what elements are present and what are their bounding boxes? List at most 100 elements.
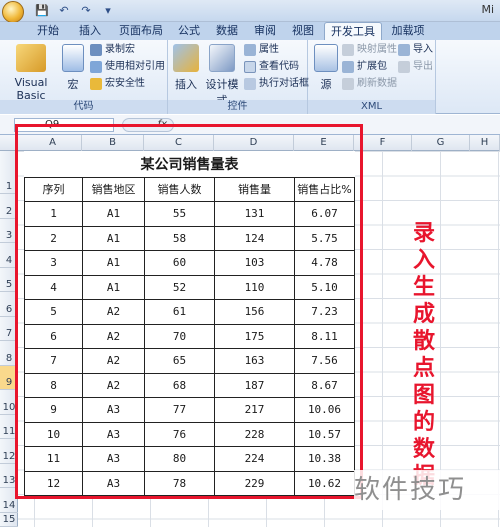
office-button[interactable] bbox=[2, 1, 24, 23]
table-cell[interactable]: 77 bbox=[144, 397, 215, 423]
table-cell[interactable]: 78 bbox=[144, 470, 215, 496]
tab-review[interactable]: 审阅 bbox=[250, 22, 280, 40]
map-properties-button[interactable]: 映射属性 bbox=[342, 42, 397, 58]
column-header-f[interactable]: F bbox=[354, 135, 412, 151]
table-cell[interactable]: A3 bbox=[82, 470, 145, 496]
row-header-6[interactable]: 6 bbox=[0, 292, 18, 317]
import-button[interactable]: 导入 bbox=[398, 42, 433, 58]
table-cell[interactable]: 124 bbox=[214, 225, 295, 251]
row-header-11[interactable]: 11 bbox=[0, 415, 18, 439]
table-cell[interactable]: 110 bbox=[214, 274, 295, 300]
table-cell[interactable]: 55 bbox=[144, 201, 215, 227]
redo-icon[interactable]: ↷ bbox=[78, 3, 94, 19]
table-cell[interactable]: 10.62 bbox=[294, 470, 355, 496]
table-cell[interactable]: 8.67 bbox=[294, 372, 355, 398]
row-header-12[interactable]: 12 bbox=[0, 439, 18, 464]
row-header-10[interactable]: 10 bbox=[0, 390, 18, 415]
table-cell[interactable]: A1 bbox=[82, 250, 145, 276]
table-cell[interactable]: 5.75 bbox=[294, 225, 355, 251]
table-cell[interactable]: 11 bbox=[24, 446, 83, 472]
table-cell[interactable]: 8.11 bbox=[294, 323, 355, 349]
table-cell[interactable]: 224 bbox=[214, 446, 295, 472]
expansion-packs-button[interactable]: 扩展包 bbox=[342, 59, 387, 75]
table-cell[interactable]: A3 bbox=[82, 446, 145, 472]
table-cell[interactable]: 52 bbox=[144, 274, 215, 300]
save-icon[interactable]: 💾 bbox=[34, 3, 50, 19]
header-cell[interactable]: 销售人数 bbox=[144, 176, 215, 202]
row-header-4[interactable]: 4 bbox=[0, 243, 18, 268]
table-cell[interactable]: A1 bbox=[82, 274, 145, 300]
table-cell[interactable]: 10 bbox=[24, 421, 83, 447]
row-header-1[interactable]: 1 bbox=[0, 151, 18, 194]
table-cell[interactable]: 10.57 bbox=[294, 421, 355, 447]
column-header-e[interactable]: E bbox=[294, 135, 354, 151]
table-cell[interactable]: 68 bbox=[144, 372, 215, 398]
row-header-9[interactable]: 9 bbox=[0, 365, 18, 390]
header-cell[interactable]: 销售量 bbox=[214, 176, 295, 202]
insert-control-button[interactable]: 插入 bbox=[170, 44, 202, 92]
table-cell[interactable]: 229 bbox=[214, 470, 295, 496]
header-cell[interactable]: 销售占比% bbox=[294, 176, 355, 202]
table-cell[interactable]: 61 bbox=[144, 299, 215, 325]
table-cell[interactable]: 65 bbox=[144, 348, 215, 374]
table-cell[interactable]: 5.10 bbox=[294, 274, 355, 300]
row-header-3[interactable]: 3 bbox=[0, 219, 18, 243]
tab-add-ins[interactable]: 加载项 bbox=[386, 22, 430, 40]
table-cell[interactable]: 12 bbox=[24, 470, 83, 496]
column-header-c[interactable]: C bbox=[144, 135, 214, 151]
macro-security-button[interactable]: 宏安全性 bbox=[90, 76, 145, 92]
column-header-d[interactable]: D bbox=[214, 135, 294, 151]
table-cell[interactable]: 76 bbox=[144, 421, 215, 447]
table-cell[interactable]: 7 bbox=[24, 348, 83, 374]
table-cell[interactable]: 175 bbox=[214, 323, 295, 349]
table-cell[interactable]: 1 bbox=[24, 201, 83, 227]
undo-icon[interactable]: ↶ bbox=[56, 3, 72, 19]
column-header-a[interactable]: A bbox=[24, 135, 82, 151]
table-cell[interactable]: 9 bbox=[24, 397, 83, 423]
table-cell[interactable]: 70 bbox=[144, 323, 215, 349]
refresh-data-button[interactable]: 刷新数据 bbox=[342, 76, 397, 92]
xml-source-button[interactable]: 源 bbox=[312, 44, 340, 92]
table-cell[interactable]: 6.07 bbox=[294, 201, 355, 227]
table-cell[interactable]: 10.06 bbox=[294, 397, 355, 423]
table-cell[interactable]: 2 bbox=[24, 225, 83, 251]
table-cell[interactable]: 156 bbox=[214, 299, 295, 325]
table-cell[interactable]: 228 bbox=[214, 421, 295, 447]
visual-basic-button[interactable]: Visual Basic bbox=[4, 44, 58, 102]
table-cell[interactable]: 131 bbox=[214, 201, 295, 227]
customize-qat-icon[interactable]: ▾ bbox=[100, 3, 116, 19]
row-header-8[interactable]: 8 bbox=[0, 341, 18, 366]
relative-references-button[interactable]: 使用相对引用 bbox=[90, 59, 165, 75]
row-header-7[interactable]: 7 bbox=[0, 317, 18, 341]
row-header-5[interactable]: 5 bbox=[0, 268, 18, 292]
table-cell[interactable]: 7.23 bbox=[294, 299, 355, 325]
table-cell[interactable]: 103 bbox=[214, 250, 295, 276]
table-cell[interactable]: 6 bbox=[24, 323, 83, 349]
export-button[interactable]: 导出 bbox=[398, 59, 433, 75]
table-cell[interactable]: A1 bbox=[82, 201, 145, 227]
table-cell[interactable]: 163 bbox=[214, 348, 295, 374]
name-box[interactable]: Q9 bbox=[14, 118, 114, 132]
row-header-15[interactable]: 15 bbox=[0, 513, 18, 527]
table-cell[interactable]: A2 bbox=[82, 348, 145, 374]
tab-formulas[interactable]: 公式 bbox=[174, 22, 204, 40]
design-mode-button[interactable]: 设计模式 bbox=[202, 44, 242, 108]
table-cell[interactable]: A2 bbox=[82, 372, 145, 398]
view-code-button[interactable]: 查看代码 bbox=[244, 59, 299, 75]
table-cell[interactable]: 5 bbox=[24, 299, 83, 325]
insert-function-button[interactable]: fx bbox=[122, 118, 174, 132]
row-header-2[interactable]: 2 bbox=[0, 194, 18, 219]
tab-home[interactable]: 开始 bbox=[30, 22, 66, 40]
table-cell[interactable]: 3 bbox=[24, 250, 83, 276]
tab-view[interactable]: 视图 bbox=[288, 22, 318, 40]
table-cell[interactable]: 58 bbox=[144, 225, 215, 251]
header-cell[interactable]: 序列 bbox=[24, 176, 83, 202]
column-header-b[interactable]: B bbox=[82, 135, 144, 151]
table-cell[interactable]: A3 bbox=[82, 421, 145, 447]
table-cell[interactable]: 4.78 bbox=[294, 250, 355, 276]
table-cell[interactable]: 187 bbox=[214, 372, 295, 398]
column-header-h[interactable]: H bbox=[470, 135, 500, 151]
run-dialog-button[interactable]: 执行对话框 bbox=[244, 76, 309, 92]
row-header-14[interactable]: 14 bbox=[0, 488, 18, 513]
table-title[interactable]: 某公司销售量表 bbox=[25, 151, 355, 177]
